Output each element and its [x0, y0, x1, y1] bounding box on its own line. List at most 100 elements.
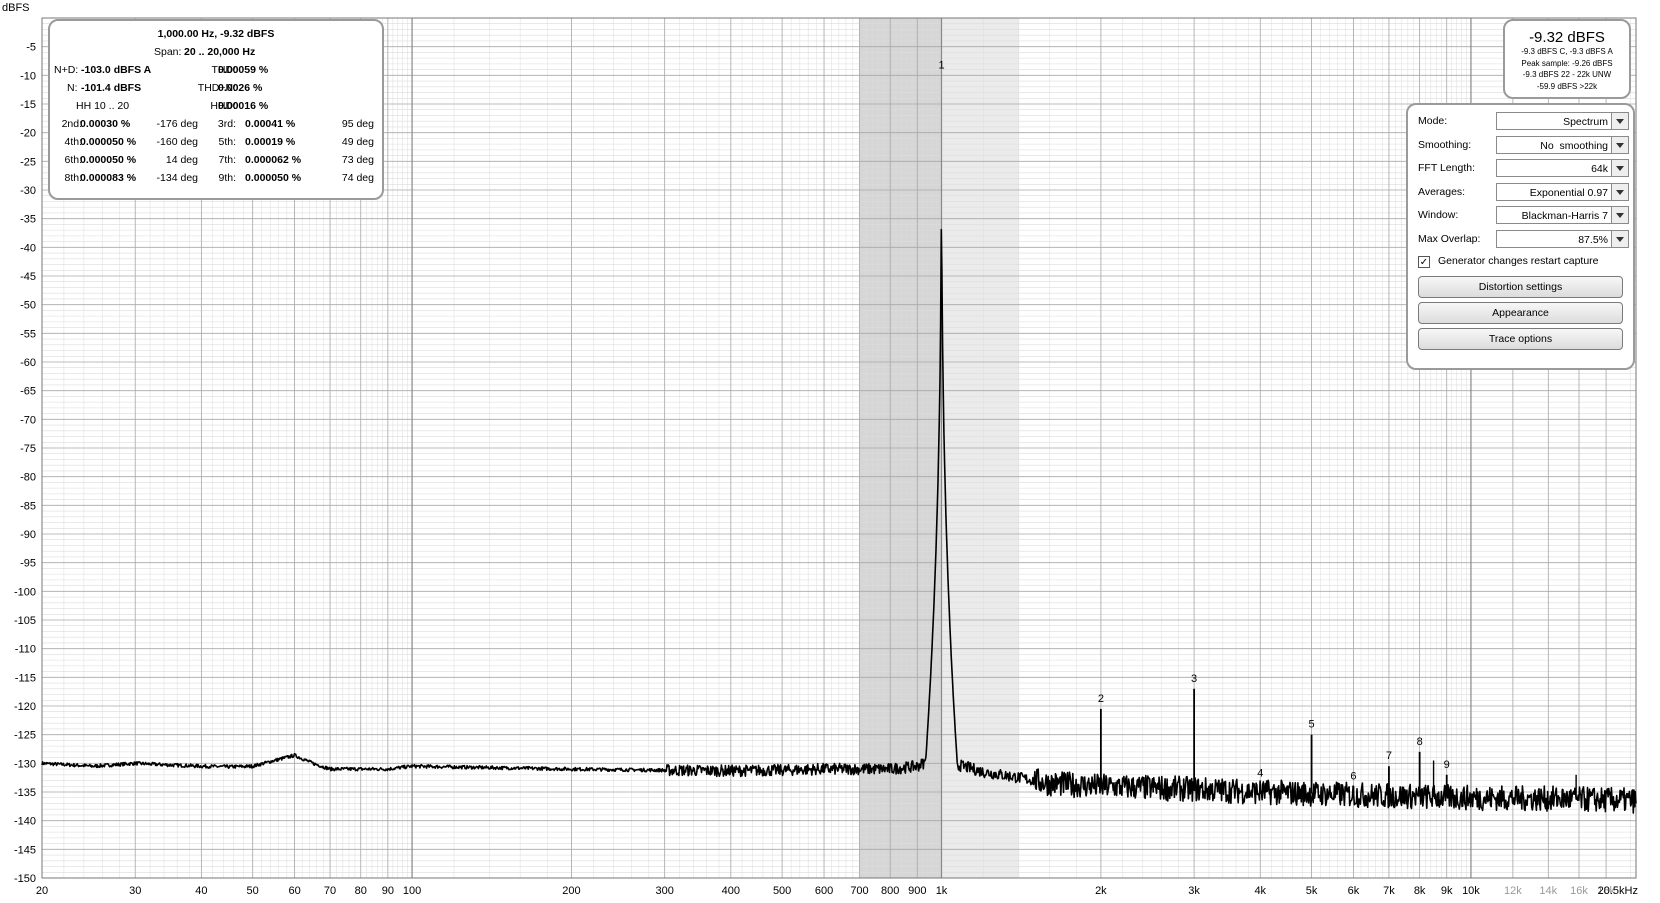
- harmonic-value: 0.00041 %: [245, 118, 296, 130]
- thd-value: 0.00059 %: [218, 64, 269, 76]
- y-tick-label: -140: [14, 816, 36, 828]
- fft-select[interactable]: 64k: [1496, 159, 1629, 177]
- y-tick-label: -90: [20, 529, 36, 541]
- y-tick-label: -30: [20, 185, 36, 197]
- x-tick-label: 20.5kHz: [1598, 885, 1638, 897]
- overlap-select[interactable]: 87.5%: [1496, 230, 1629, 248]
- n-label: N:: [67, 82, 78, 94]
- y-tick-label: -80: [20, 472, 36, 484]
- fft-row: FFT Length: 64k: [1418, 159, 1629, 179]
- harmonic-label: 7th:: [218, 154, 236, 166]
- peak-label: 6: [1350, 770, 1356, 782]
- y-tick-label: -60: [20, 357, 36, 369]
- y-tick-label: -50: [20, 300, 36, 312]
- chevron-down-icon[interactable]: [1611, 137, 1628, 153]
- averages-select[interactable]: Exponential 0.97: [1496, 183, 1629, 201]
- harmonic-label: 3rd:: [217, 118, 236, 130]
- window-select[interactable]: Blackman-Harris 7: [1496, 206, 1629, 224]
- chevron-down-icon[interactable]: [1611, 113, 1628, 129]
- smoothing-value: No smoothing: [1540, 140, 1608, 152]
- appearance-button[interactable]: Appearance: [1418, 302, 1623, 324]
- level-line-3: -9.3 dBFS 22 - 22k UNW: [1522, 70, 1612, 79]
- peak-label: 8: [1417, 736, 1423, 748]
- harmonic-value: 0.00019 %: [245, 136, 296, 148]
- y-tick-label: -35: [20, 214, 36, 226]
- x-tick-label: 4k: [1254, 885, 1266, 897]
- peak-label: 5: [1309, 719, 1315, 731]
- y-axis-title: dBFS: [2, 2, 30, 14]
- span-label: Span:: [154, 46, 182, 58]
- harmonic-phase: 49 deg: [341, 136, 374, 148]
- x-tick-label: 50: [247, 885, 259, 897]
- y-tick-label: -15: [20, 99, 36, 111]
- overlap-value: 87.5%: [1578, 234, 1608, 246]
- smoothing-row: Smoothing: No smoothing: [1418, 136, 1629, 156]
- harmonic-phase: -176 deg: [156, 118, 198, 130]
- y-tick-label: -65: [20, 386, 36, 398]
- x-tick-label: 80: [355, 885, 367, 897]
- harmonic-row: 4th: 0.000050 % -160 deg 5th: 0.00019 % 49 de…: [50, 133, 382, 151]
- hhd-value: 0.00016 %: [218, 100, 269, 112]
- peak-label: 9: [1444, 759, 1450, 771]
- chevron-down-icon[interactable]: [1611, 207, 1628, 223]
- overlap-row: Max Overlap: 87.5%: [1418, 230, 1629, 250]
- harmonic-value: 0.000083 %: [80, 172, 137, 184]
- fft-label: FFT Length:: [1418, 162, 1476, 174]
- y-tick-label: -40: [20, 242, 36, 254]
- x-tick-label: 400: [722, 885, 740, 897]
- x-tick-label: 600: [815, 885, 833, 897]
- checkmark-icon[interactable]: ✓: [1418, 256, 1430, 268]
- level-line-2: Peak sample: -9.26 dBFS: [1521, 58, 1613, 68]
- x-tick-label: 30: [129, 885, 141, 897]
- n-row: N: -101.4 dBFS THD+N: 0.0026 %: [50, 79, 382, 97]
- x-tick-label: 9k: [1441, 885, 1453, 897]
- harmonic-phase: 74 deg: [341, 172, 374, 184]
- y-tick-label: -135: [14, 787, 36, 799]
- peak-label: 1: [938, 59, 944, 71]
- x-tick-label: 300: [655, 885, 673, 897]
- mode-label: Mode:: [1418, 115, 1448, 127]
- peak-label: 2: [1098, 693, 1104, 705]
- harmonic-value: 0.000050 %: [80, 136, 137, 148]
- chevron-down-icon[interactable]: [1611, 160, 1628, 176]
- mode-value: Spectrum: [1563, 116, 1608, 128]
- smoothing-select[interactable]: No smoothing: [1496, 136, 1629, 154]
- x-tick-label: 8k: [1414, 885, 1426, 897]
- y-tick-label: -150: [14, 873, 36, 885]
- hh-row: HH 10 .. 20 HHD: 0.00016 %: [50, 97, 382, 115]
- harmonic-label: 2nd:: [61, 118, 82, 130]
- harmonic-phase: -134 deg: [156, 172, 198, 184]
- harmonic-phase: 73 deg: [341, 154, 374, 166]
- fft-value: 64k: [1591, 163, 1608, 175]
- mode-select[interactable]: Spectrum: [1496, 112, 1629, 130]
- x-tick-label: 14k: [1539, 885, 1557, 897]
- y-tick-label: -10: [20, 70, 36, 82]
- nd-label: N+D:: [54, 64, 79, 76]
- window-row: Window: Blackman-Harris 7: [1418, 206, 1629, 226]
- x-tick-label: 5k: [1306, 885, 1318, 897]
- averages-value: Exponential 0.97: [1529, 187, 1608, 199]
- x-tick-label: 1k: [936, 885, 948, 897]
- chevron-down-icon[interactable]: [1611, 231, 1628, 247]
- harmonic-value: 0.000050 %: [245, 172, 302, 184]
- control-panel: Mode: Spectrum Smoothing: No smoothing F…: [1406, 103, 1635, 370]
- y-tick-label: -5: [26, 42, 36, 54]
- n-value: -101.4 dBFS: [81, 82, 142, 94]
- measurement-header-row: 1,000.00 Hz, -9.32 dBFS: [50, 25, 382, 43]
- peak-label: 7: [1386, 750, 1392, 762]
- level-line-4: -59.9 dBFS >22k: [1536, 81, 1598, 91]
- distortion-settings-button[interactable]: Distortion settings: [1418, 276, 1623, 298]
- x-tick-label: 16k: [1570, 885, 1588, 897]
- trace-options-button[interactable]: Trace options: [1418, 328, 1623, 350]
- x-tick-label: 60: [288, 885, 300, 897]
- y-tick-label: -145: [14, 844, 36, 856]
- chevron-down-icon[interactable]: [1611, 184, 1628, 200]
- y-tick-label: -85: [20, 500, 36, 512]
- x-tick-label: 500: [773, 885, 791, 897]
- restart-capture-label: Generator changes restart capture: [1438, 255, 1599, 267]
- y-tick-label: -75: [20, 443, 36, 455]
- overlap-label: Max Overlap:: [1418, 233, 1481, 245]
- peak-label: 3: [1191, 673, 1197, 685]
- harmonic-phase: 95 deg: [341, 118, 374, 130]
- harmonic-label: 9th:: [218, 172, 236, 184]
